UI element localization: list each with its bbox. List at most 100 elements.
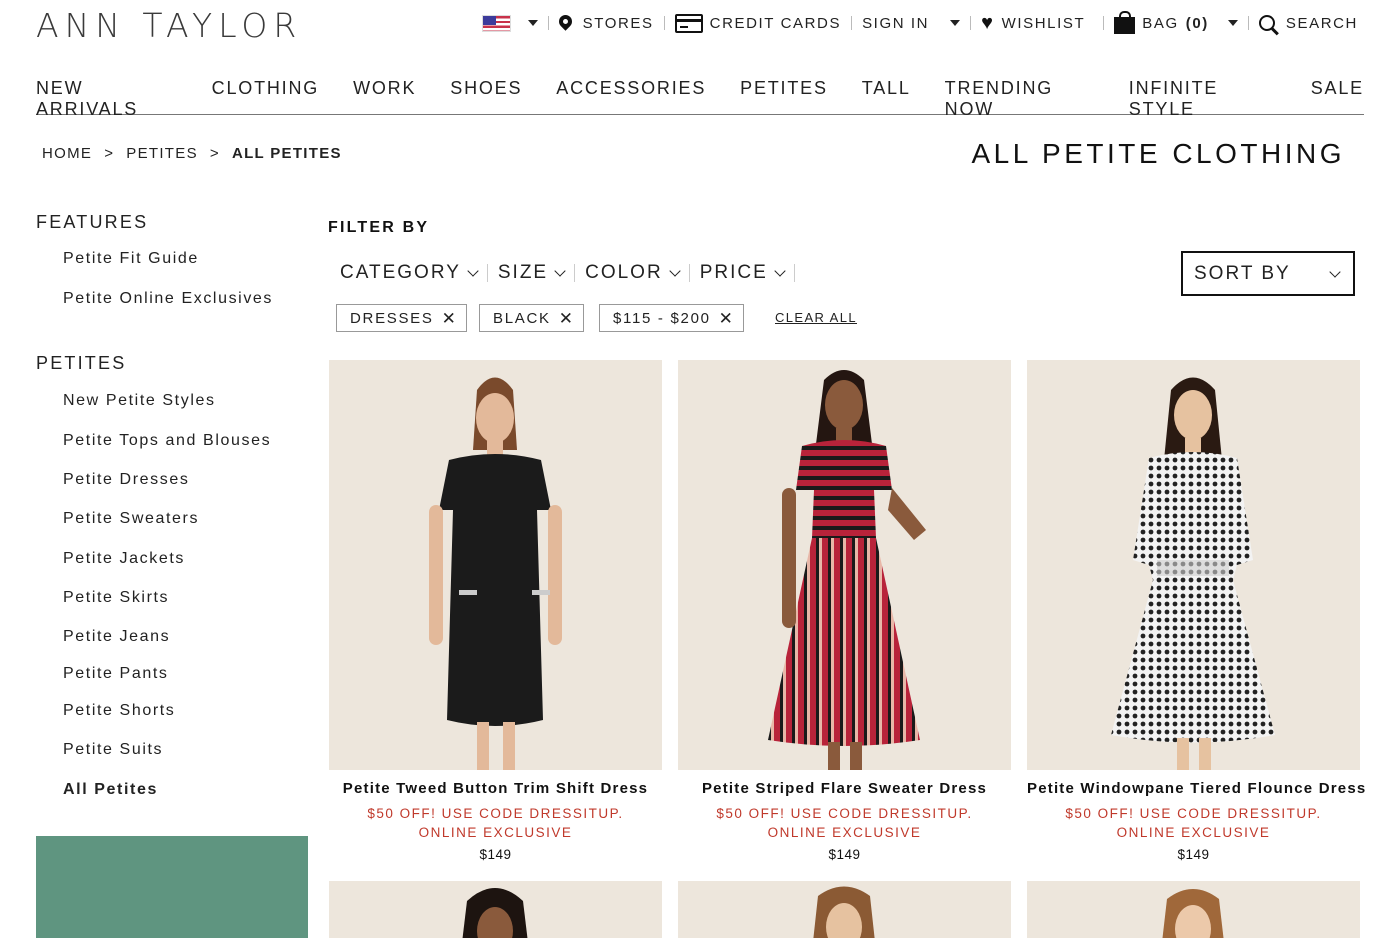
- nav-infinite-style[interactable]: INFINITE STYLE: [1129, 78, 1277, 119]
- product-name[interactable]: Petite Tweed Button Trim Shift Dress: [329, 780, 662, 797]
- stores-link[interactable]: STORES: [555, 11, 654, 32]
- nav-new-arrivals[interactable]: NEW ARRIVALS: [36, 78, 178, 119]
- chip-label: BLACK: [493, 309, 551, 327]
- close-icon[interactable]: ✕: [442, 310, 458, 327]
- bag-label: BAG: [1142, 14, 1179, 32]
- nav-clothing[interactable]: CLOTHING: [212, 78, 319, 114]
- caret-down-icon: [527, 20, 538, 26]
- brand-logo[interactable]: ANN TAYLOR: [36, 6, 302, 45]
- sidebar-item-petite-pants[interactable]: Petite Pants: [63, 665, 168, 683]
- product-image[interactable]: [1027, 360, 1360, 770]
- sidebar-item-petite-shorts[interactable]: Petite Shorts: [63, 702, 175, 720]
- nav-tall[interactable]: TALL: [862, 78, 911, 114]
- filter-category-label: CATEGORY: [340, 262, 461, 283]
- product-promo: $50 OFF! USE CODE DRESSITUP.: [367, 806, 624, 821]
- chevron-down-icon: [554, 265, 566, 277]
- sidebar-item-petite-skirts[interactable]: Petite Skirts: [63, 589, 169, 607]
- chip-label: DRESSES: [350, 309, 434, 327]
- clear-all-link[interactable]: CLEAR ALL: [775, 310, 857, 325]
- product-image[interactable]: [678, 881, 1011, 938]
- breadcrumb: HOME > PETITES > ALL PETITES: [42, 145, 342, 162]
- stores-label: STORES: [582, 14, 654, 32]
- product-price: $149: [1177, 847, 1210, 862]
- nav-petites[interactable]: PETITES: [740, 78, 828, 114]
- credit-cards-link[interactable]: CREDIT CARDS: [674, 13, 842, 33]
- sidebar-item-petite-fit-guide[interactable]: Petite Fit Guide: [63, 250, 199, 268]
- sidebar-item-petite-jeans[interactable]: Petite Jeans: [63, 628, 170, 646]
- model-photo-partial: [813, 886, 875, 938]
- sidebar-item-all-petites[interactable]: All Petites: [63, 781, 158, 799]
- product-image[interactable]: [329, 360, 662, 770]
- nav-work[interactable]: WORK: [353, 78, 416, 114]
- product-card[interactable]: Petite Tweed Button Trim Shift Dress $50…: [329, 360, 662, 862]
- product-name[interactable]: Petite Striped Flare Sweater Dress: [678, 780, 1011, 797]
- model-photo-partial: [1162, 889, 1224, 938]
- close-icon[interactable]: ✕: [559, 310, 575, 327]
- breadcrumb-separator: >: [209, 145, 220, 162]
- wishlist-label: WISHLIST: [1001, 14, 1086, 32]
- sidebar-item-new-petite-styles[interactable]: New Petite Styles: [63, 392, 216, 410]
- breadcrumb-home[interactable]: HOME: [42, 145, 92, 162]
- sidebar-item-petite-suits[interactable]: Petite Suits: [63, 741, 163, 759]
- filter-size-label: SIZE: [497, 262, 549, 283]
- model-photo-partial: [462, 888, 528, 938]
- promo-banner[interactable]: [36, 836, 308, 938]
- product-badge: ONLINE EXCLUSIVE: [1116, 825, 1271, 840]
- search-label: SEARCH: [1285, 14, 1358, 32]
- sort-by-dropdown[interactable]: SORT BY: [1181, 251, 1355, 296]
- product-image[interactable]: [678, 360, 1011, 770]
- sidebar-item-petite-sweaters[interactable]: Petite Sweaters: [63, 510, 199, 528]
- nav-trending-now[interactable]: TRENDING NOW: [945, 78, 1095, 119]
- product-image[interactable]: [329, 881, 662, 938]
- filter-color-dropdown[interactable]: COLOR: [585, 262, 681, 284]
- sidebar-features-heading: FEATURES: [36, 212, 149, 232]
- product-image[interactable]: [1027, 881, 1360, 938]
- product-card[interactable]: Petite Windowpane Tiered Flounce Dress $…: [1027, 360, 1365, 862]
- bag-count: (0): [1185, 14, 1209, 32]
- sign-in-menu[interactable]: SIGN IN: [862, 14, 961, 32]
- bag-link[interactable]: BAG (0): [1114, 10, 1238, 34]
- nav-shoes[interactable]: SHOES: [450, 78, 522, 114]
- sign-in-label: SIGN IN: [862, 14, 930, 32]
- chevron-down-icon: [669, 265, 681, 277]
- wishlist-link[interactable]: ♥ WISHLIST: [981, 13, 1085, 33]
- model-striped-dress-illustration: [768, 370, 926, 770]
- nav-sale[interactable]: SALE: [1311, 78, 1364, 114]
- sidebar-petites-heading: PETITES: [36, 353, 127, 373]
- sidebar-item-petite-dresses[interactable]: Petite Dresses: [63, 471, 189, 489]
- chevron-down-icon: [774, 265, 786, 277]
- product-price: $149: [479, 847, 512, 862]
- model-windowpane-dress-illustration: [1111, 377, 1275, 770]
- product-badge: ONLINE EXCLUSIVE: [767, 825, 922, 840]
- nav-accessories[interactable]: ACCESSORIES: [556, 78, 706, 114]
- sidebar-item-petite-jackets[interactable]: Petite Jackets: [63, 550, 185, 568]
- credit-card-icon: [674, 13, 703, 33]
- filter-price-label: PRICE: [699, 262, 768, 283]
- utility-bar: STORES CREDIT CARDS SIGN IN ♥ WISHLIST B…: [481, 8, 1358, 38]
- sidebar-item-petite-tops[interactable]: Petite Tops and Blouses: [63, 432, 271, 450]
- product-name[interactable]: Petite Windowpane Tiered Flounce Dress: [1027, 780, 1365, 797]
- location-pin-icon: [555, 11, 575, 31]
- locale-selector[interactable]: [481, 14, 538, 32]
- chip-label: $115 - $200: [613, 309, 711, 327]
- breadcrumb-separator: >: [104, 145, 115, 162]
- search-link[interactable]: SEARCH: [1258, 14, 1358, 32]
- caret-down-icon: [950, 20, 961, 26]
- filter-size-dropdown[interactable]: SIZE: [497, 262, 566, 284]
- caret-down-icon: [1227, 20, 1238, 26]
- page-title: ALL PETITE CLOTHING: [971, 138, 1345, 169]
- filter-chip-black[interactable]: BLACK ✕: [479, 304, 584, 332]
- breadcrumb-petites[interactable]: PETITES: [126, 145, 198, 162]
- close-icon[interactable]: ✕: [719, 310, 735, 327]
- sidebar-item-petite-online-exclusives[interactable]: Petite Online Exclusives: [63, 290, 273, 308]
- filter-chip-dresses[interactable]: DRESSES ✕: [336, 304, 467, 332]
- product-price: $149: [828, 847, 861, 862]
- filter-category-dropdown[interactable]: CATEGORY: [340, 262, 479, 284]
- product-promo: $50 OFF! USE CODE DRESSITUP.: [716, 806, 973, 821]
- model-tweed-dress-illustration: [429, 377, 562, 770]
- filter-chip-price[interactable]: $115 - $200 ✕: [599, 304, 744, 332]
- filter-price-dropdown[interactable]: PRICE: [699, 262, 786, 284]
- breadcrumb-current: ALL PETITES: [231, 145, 342, 162]
- product-card[interactable]: Petite Striped Flare Sweater Dress $50 O…: [678, 360, 1011, 862]
- credit-cards-label: CREDIT CARDS: [709, 14, 842, 32]
